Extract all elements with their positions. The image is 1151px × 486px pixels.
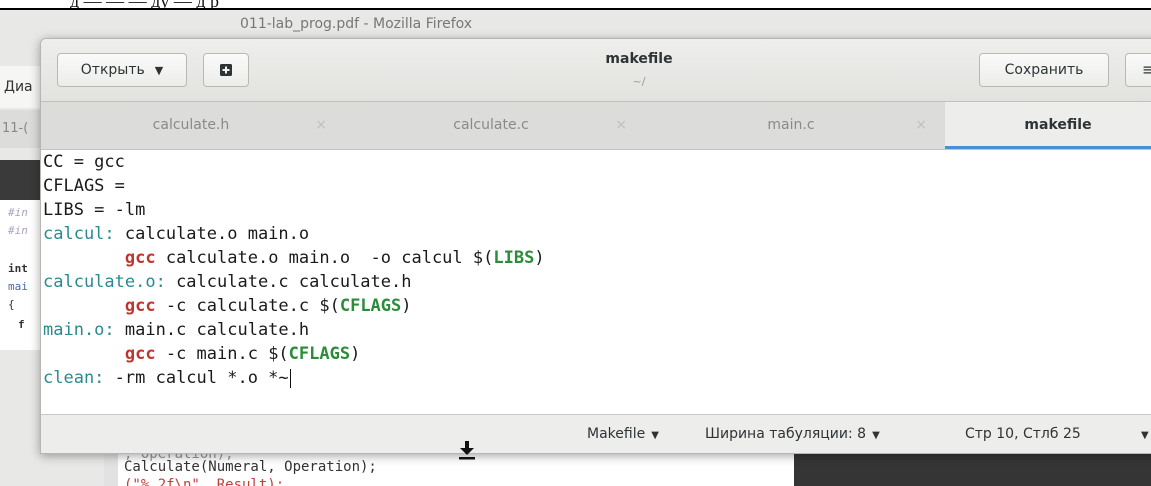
code-text: main.c calculate.h bbox=[114, 320, 310, 340]
make-target: clean: bbox=[43, 368, 105, 388]
code-line: CFLAGS = bbox=[43, 176, 125, 196]
code-line: gcc calculate.o main.o -o calcul $(LIBS) bbox=[43, 246, 545, 270]
code-text: -rm calcul *.o *~ bbox=[104, 368, 289, 388]
tab-label: calculate.h bbox=[152, 117, 230, 133]
code-text: -c calculate.c $( bbox=[155, 296, 340, 316]
language-selector[interactable]: Makefile ▼ bbox=[587, 415, 659, 453]
code-text: calculate.c calculate.h bbox=[165, 272, 412, 292]
save-button[interactable]: Сохранить bbox=[979, 53, 1109, 87]
command-keyword: gcc bbox=[124, 344, 156, 364]
cursor-position-label: Стр 10, Стлб 25 bbox=[965, 426, 1081, 442]
pdf-code-line: Calculate(Numeral, Operation); bbox=[124, 459, 377, 475]
tab-main-c[interactable]: main.c × bbox=[641, 102, 941, 149]
tab-makefile[interactable]: makefile bbox=[945, 102, 1151, 149]
make-target: main.o: bbox=[43, 320, 115, 340]
pdf-line: { bbox=[8, 298, 15, 311]
chevron-down-icon: ▼ bbox=[651, 430, 659, 441]
chevron-down-icon: ▼ bbox=[1141, 430, 1149, 441]
code-line: clean: -rm calcul *.o *~ bbox=[43, 366, 291, 390]
command-keyword: gcc bbox=[124, 296, 156, 316]
close-icon[interactable]: × bbox=[615, 102, 627, 148]
pdf-line: mai bbox=[8, 280, 28, 293]
status-bar: Makefile ▼ Ширина табуляции: 8 ▼ Стр 10, С… bbox=[41, 414, 1151, 453]
tab-label: makefile bbox=[1024, 117, 1092, 133]
code-text: ) bbox=[401, 296, 412, 316]
code-line: calcul: calculate.o main.o bbox=[43, 222, 309, 246]
close-icon[interactable]: × bbox=[915, 102, 927, 148]
text-editor[interactable]: CC = gcc CFLAGS = LIBS = -lm calcul: cal… bbox=[41, 150, 1151, 414]
code-text: ) bbox=[350, 344, 361, 364]
code-text: -c main.c $( bbox=[155, 344, 289, 364]
header-bar: Открыть▼ makefile ~/ Сохранить ≡ bbox=[41, 39, 1151, 102]
code-line: gcc -c main.c $(CFLAGS) bbox=[43, 342, 360, 366]
code-text: calculate.o main.o bbox=[114, 224, 310, 244]
tab-label: main.c bbox=[767, 117, 815, 133]
pdf-code-line: ("%.2f\n", Result); bbox=[124, 477, 285, 486]
firefox-title-bar: 011-lab_prog.pdf - Mozilla Firefox bbox=[0, 10, 1151, 38]
pdf-line: f bbox=[18, 318, 25, 331]
language-label: Makefile bbox=[587, 426, 646, 442]
tab-bar: calculate.h × calculate.c × main.c × mak… bbox=[41, 102, 1151, 150]
chevron-down-icon: ▼ bbox=[872, 430, 880, 441]
pdf-line: #in bbox=[8, 224, 28, 237]
tab-label: calculate.c bbox=[453, 117, 529, 133]
firefox-title: 011-lab_prog.pdf - Mozilla Firefox bbox=[240, 16, 473, 32]
menu-button[interactable]: ≡ bbox=[1125, 53, 1151, 87]
code-text: ) bbox=[534, 248, 545, 268]
hamburger-menu-icon: ≡ bbox=[1142, 60, 1151, 79]
code-line: calculate.o: calculate.c calculate.h bbox=[43, 270, 411, 294]
command-keyword: gcc bbox=[124, 248, 156, 268]
make-variable: CFLAGS bbox=[288, 344, 351, 364]
make-variable: LIBS bbox=[493, 248, 535, 268]
gedit-window: Открыть▼ makefile ~/ Сохранить ≡ calcula… bbox=[40, 38, 1151, 454]
code-line: main.o: main.c calculate.h bbox=[43, 318, 309, 342]
tab-width-selector[interactable]: Ширина табуляции: 8 ▼ bbox=[705, 415, 880, 453]
screen: д — — — ду — д р 011-lab_prog.pdf - Mozi… bbox=[0, 0, 1151, 486]
code-line: LIBS = -lm bbox=[43, 200, 146, 220]
tab-width-label: Ширина табуляции: 8 bbox=[705, 426, 867, 442]
cursor-position[interactable]: Стр 10, Стлб 25 bbox=[965, 415, 1081, 453]
download-icon[interactable] bbox=[456, 440, 478, 460]
code-line: CC = gcc bbox=[43, 152, 125, 172]
make-target: calcul: bbox=[43, 224, 115, 244]
close-icon[interactable]: × bbox=[315, 102, 327, 148]
position-menu-button[interactable]: ▼ bbox=[1135, 415, 1149, 453]
code-text: calculate.o main.o -o calcul $( bbox=[155, 248, 494, 268]
tab-calculate-h[interactable]: calculate.h × bbox=[41, 102, 341, 149]
make-variable: CFLAGS bbox=[339, 296, 402, 316]
tab-calculate-c[interactable]: calculate.c × bbox=[341, 102, 641, 149]
pdf-line: int bbox=[8, 262, 28, 275]
text-cursor bbox=[289, 368, 291, 388]
code-line: gcc -c calculate.c $(CFLAGS) bbox=[43, 294, 412, 318]
make-target: calculate.o: bbox=[43, 272, 166, 292]
pdf-line: #in bbox=[8, 206, 28, 219]
